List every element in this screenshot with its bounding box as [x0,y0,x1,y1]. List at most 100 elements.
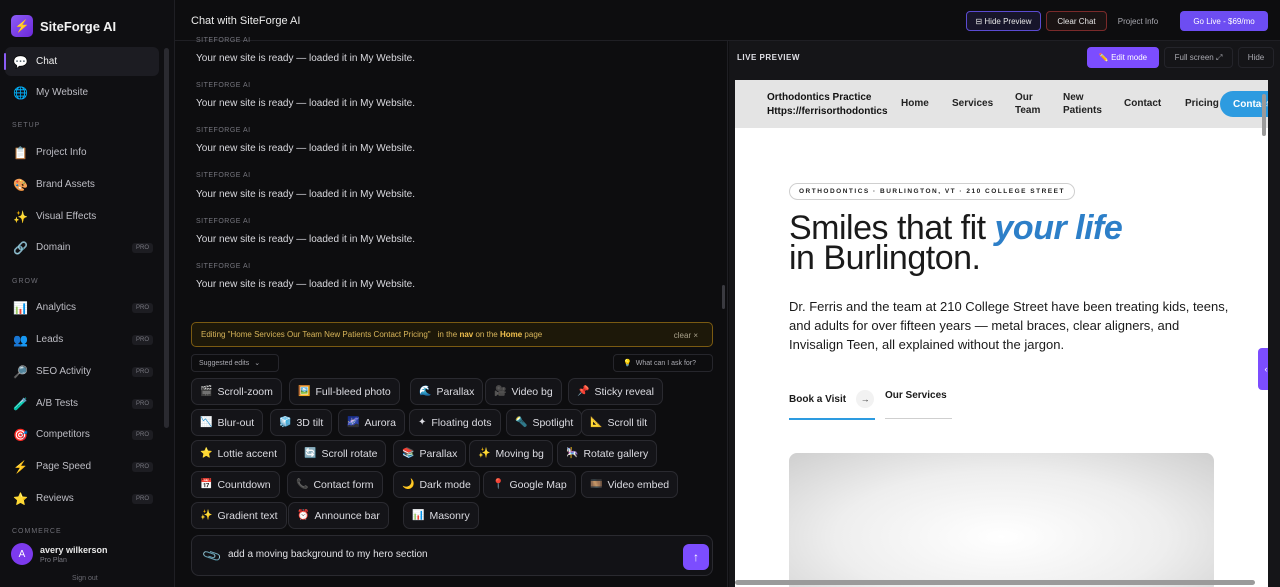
horizontal-scrollbar[interactable] [735,580,1255,585]
sidebar-item-domain[interactable]: 🔗 Domain PRO [5,233,159,262]
suggestion-chip[interactable]: 📊 Masonry [403,502,479,529]
suggestion-chip[interactable]: 📌 Sticky reveal [568,378,663,405]
clear-chat-button[interactable]: Clear Chat [1046,11,1107,31]
suggestion-chip[interactable]: ✨ Moving bg [469,440,553,467]
hide-preview-button[interactable]: ⊟ Hide Preview [966,11,1041,31]
sign-out-link[interactable]: Sign out [72,575,98,582]
suggestion-chip[interactable]: 🔦 Spotlight [506,409,583,436]
suggestion-chip[interactable]: 📅 Countdown [191,471,280,498]
test-tube-icon: 🧪 [13,396,28,411]
sidebar-item-my-website[interactable]: 🌐 My Website [5,78,159,107]
sidebar-scrollbar[interactable] [164,48,169,428]
suggestion-chip[interactable]: 🌊 Parallax [410,378,484,405]
sidebar-item-reviews[interactable]: ⭐ Reviews PRO [5,484,159,513]
suggestion-chip[interactable]: ⏰ Announce bar [288,502,389,529]
lightbulb-icon: 💡 [623,360,632,367]
suggestion-chip[interactable]: ✨ Gradient text [191,502,287,529]
page-title: Chat with SiteForge AI [191,15,301,27]
site-nav: Orthodontics Practice Https://ferrisorth… [735,80,1268,136]
project-info-button[interactable]: Project Info [1111,11,1165,31]
site-nav-new-patients[interactable]: New Patients [1063,91,1115,117]
site-scrollbar[interactable] [1262,94,1266,136]
collapse-tab[interactable]: ‹ [1258,348,1268,390]
sidebar-item-visual-effects[interactable]: ✨ Visual Effects [5,202,159,231]
suggestion-chip[interactable]: 🌌 Aurora [338,409,405,436]
go-live-button[interactable]: Go Live - $69/mo [1180,11,1268,31]
site-nav-services[interactable]: Services [952,97,993,110]
chip-icon: 🔄 [304,448,317,459]
edit-mode-button[interactable]: ✏️ Edit mode [1087,47,1159,68]
sidebar-item-chat[interactable]: 💬 Chat [4,47,159,76]
sidebar-item-ab-tests[interactable]: 🧪 A/B Tests PRO [5,389,159,418]
editing-target: Editing "Home Services Our Team New Pati… [201,330,431,339]
sidebar-item-page-speed[interactable]: ⚡ Page Speed PRO [5,452,159,481]
book-visit-button[interactable]: Book a Visit → [789,390,875,408]
suggestion-chip[interactable]: 📐 Scroll tilt [581,409,657,436]
suggestion-chip[interactable]: ✦ Floating dots [409,409,501,436]
suggestion-chip[interactable]: ⭐ Lottie accent [191,440,286,467]
hero-image [789,453,1214,587]
magnifier-icon: 🔎 [13,364,28,379]
chip-label: Spotlight [532,416,574,429]
chip-icon: 🖼️ [298,386,311,397]
top-bar: Chat with SiteForge AI ⊟ Hide Preview Cl… [175,0,1280,41]
suggestion-chip[interactable]: 🧊 3D tilt [270,409,333,436]
site-nav-home[interactable]: Home [901,97,929,110]
suggestion-chip[interactable]: 🎞️ Video embed [581,471,679,498]
suggestion-chip[interactable]: 📚 Parallax [393,440,467,467]
paperclip-icon[interactable]: 📎 [201,545,223,567]
suggestion-chip[interactable]: 🌙 Dark mode [393,471,480,498]
suggestion-chip[interactable]: 📞 Contact form [287,471,383,498]
chip-icon: 📉 [200,417,213,428]
message-text: Your new site is ready — loaded it in My… [196,234,415,245]
sidebar-item-analytics[interactable]: 📊 Analytics PRO [5,293,159,322]
chat-scrollbar[interactable] [722,285,725,309]
sidebar-item-project-info[interactable]: 📋 Project Info [5,138,159,167]
bolt-icon: ⚡ [11,15,33,37]
user-plan: Pro Plan [40,556,67,564]
chip-icon: 🌌 [347,417,360,428]
suggestion-chip[interactable]: 🖼️ Full-bleed photo [289,378,400,405]
sidebar-item-label: Reviews [36,493,74,504]
ask-hint-button[interactable]: 💡 What can I ask for? [613,354,713,372]
send-button[interactable]: ↑ [683,544,709,570]
suggestion-chip[interactable]: 🎬 Scroll-zoom [191,378,282,405]
site-nav-our-team[interactable]: Our Team [1015,91,1051,117]
message-text: Your new site is ready — loaded it in My… [196,189,415,200]
site-brand-url: Https://ferrisorthodontics [767,106,888,117]
hero-title-emphasis: your life [994,209,1123,247]
site-brand[interactable]: Orthodontics Practice Https://ferrisorth… [767,91,888,119]
site-nav-contact[interactable]: Contact [1124,97,1161,110]
chat-input[interactable]: add a moving background to my hero secti… [228,549,428,560]
our-services-button[interactable]: Our Services [885,390,947,401]
message-text: Your new site is ready — loaded it in My… [196,53,415,64]
hide-button[interactable]: Hide [1238,47,1274,68]
website-preview[interactable]: Orthodontics Practice Https://ferrisorth… [735,80,1268,587]
suggestion-chip[interactable]: 🔄 Scroll rotate [295,440,387,467]
sidebar-item-seo-activity[interactable]: 🔎 SEO Activity PRO [5,357,159,386]
clear-editing-button[interactable]: clear × [674,331,698,340]
sidebar-item-brand-assets[interactable]: 🎨 Brand Assets [5,170,159,199]
sidebar-item-leads[interactable]: 👥 Leads PRO [5,325,159,354]
message-author: SITEFORGE AI [196,37,251,44]
chat-icon: 💬 [13,54,28,69]
pro-badge: PRO [131,493,153,504]
chip-icon: ✦ [418,417,427,428]
suggestion-chip[interactable]: 📉 Blur-out [191,409,264,436]
chip-label: Google Map [509,478,567,491]
chip-label: Floating dots [431,416,492,429]
editing-page-word: page [524,330,543,339]
user-profile[interactable]: A avery wilkerson Pro Plan [11,543,108,565]
brand[interactable]: ⚡ SiteForge AI [11,15,116,37]
full-screen-button[interactable]: Full screen ⤢ [1164,47,1233,68]
suggestion-chip[interactable]: 🎥 Video bg [485,378,562,405]
site-nav-cta[interactable]: Contact [1220,91,1268,117]
suggestion-chip[interactable]: 📍 Google Map [483,471,576,498]
site-nav-pricing[interactable]: Pricing [1185,97,1219,110]
suggestion-chip[interactable]: 🎠 Rotate gallery [557,440,658,467]
chip-label: Blur-out [217,416,255,429]
sidebar-item-competitors[interactable]: 🎯 Competitors PRO [5,420,159,449]
secondary-cta-underline [885,418,952,419]
chat-input-box[interactable]: 📎 add a moving background to my hero sec… [191,535,713,576]
suggested-edits-dropdown[interactable]: Suggested edits ⌄ [191,354,279,372]
